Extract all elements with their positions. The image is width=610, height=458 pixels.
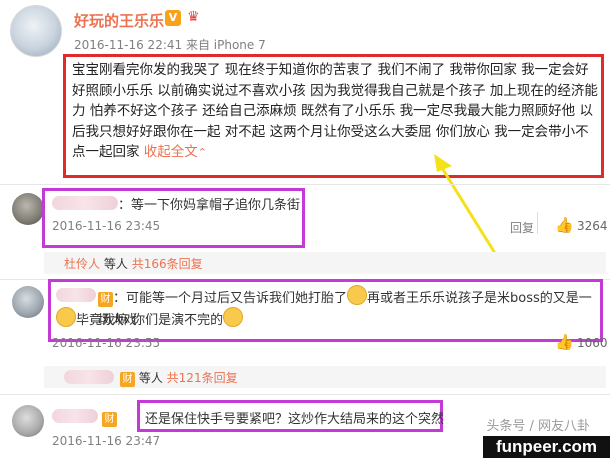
comment-avatar[interactable] [12,405,44,437]
sub-reply-line: 财 等人 共121条回复 [120,369,238,387]
sub-reply-user-link[interactable]: 杜伶人 [64,257,100,271]
sub-reply-suffix: 等人 [138,371,163,385]
comment-text: 还是保住快手号要紧吧？这炒作大结局来的这个突然 [145,412,445,427]
divider [0,184,610,185]
comment-text: 毕竟戏嘛 你们是演不完的 [76,313,224,328]
comment-avatar[interactable] [12,286,44,318]
blurred-username [52,409,98,423]
blurred-username [56,288,96,302]
comment-text: ：可能等一个月过后又告诉我们她打胎了 [113,291,348,306]
divider [537,212,538,234]
like-icon[interactable]: 👍 [555,216,574,234]
watermark: 头条号 / 网友八卦 [486,419,590,434]
like-icon[interactable]: 👍 [555,333,574,351]
sub-reply-count-link[interactable]: 共166条回复 [132,257,203,271]
comment-time: 2016-11-16 23:47 [52,434,161,448]
fan-badge-wrap: 财 [102,407,117,427]
smile-emoji-icon [223,307,244,327]
blurred-username [52,196,118,210]
site-tag: funpeer.com [483,436,610,458]
sub-reply-count-link[interactable]: 共121条回复 [167,371,238,385]
divider [0,394,610,395]
comment-time: 2016-11-16 23:55 [52,336,161,350]
fan-badge-icon: 财 [98,292,113,307]
fan-badge-icon: 财 [120,372,135,387]
reply-button[interactable]: 回复 [510,219,534,236]
sub-reply-suffix: 等人 [103,257,128,271]
blurred-username [64,370,114,384]
smile-emoji-icon [56,307,76,327]
comment-avatar[interactable] [12,193,44,225]
sub-reply-line: 杜伶人 等人 共166条回复 [64,255,203,272]
comment-text-continuation: 毕竟戏嘛 你们是演不完的 [56,307,244,332]
smile-emoji-icon [347,285,368,305]
like-count: 1060 [577,336,608,350]
fan-badge-icon: 财 [102,412,117,427]
like-count: 3264 [577,219,608,233]
comment-time: 2016-11-16 23:45 [52,219,161,233]
comment-text: ：等一下你妈拿帽子追你几条街 [118,198,301,213]
